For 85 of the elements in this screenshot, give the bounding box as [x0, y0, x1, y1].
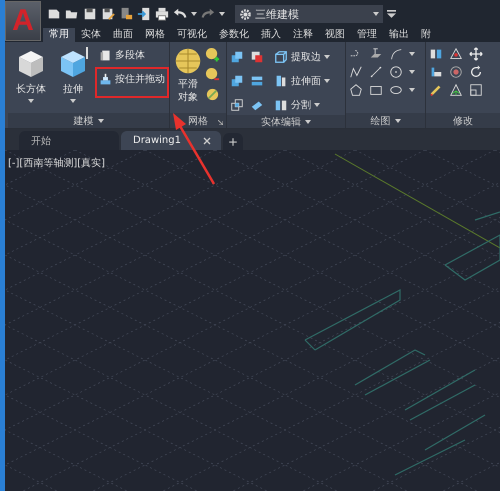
align-icon[interactable]: [429, 65, 443, 79]
ribbon-tab[interactable]: 管理: [351, 28, 383, 42]
ribbon-tab[interactable]: 参数化: [213, 28, 255, 42]
panel-title[interactable]: 建模: [8, 113, 169, 128]
sphere-icon[interactable]: [174, 47, 202, 75]
caret-icon[interactable]: [324, 79, 330, 83]
ribbon-tab[interactable]: 注释: [287, 28, 319, 42]
ribbon-small-button[interactable]: 提取边: [270, 47, 334, 67]
document-tab[interactable]: Drawing1: [121, 131, 221, 150]
circle-icon[interactable]: [389, 65, 403, 79]
ribbon-tab[interactable]: 视图: [319, 28, 351, 42]
slice-icon[interactable]: [250, 74, 264, 88]
line-icon[interactable]: [369, 65, 383, 79]
arc-icon[interactable]: [389, 47, 403, 61]
box-edge-icon[interactable]: [274, 50, 288, 64]
mirror-icon[interactable]: [429, 47, 443, 61]
caret-icon[interactable]: [219, 12, 225, 16]
scale-icon[interactable]: [469, 83, 483, 97]
caret-icon[interactable]: [70, 99, 76, 103]
file-folder-icon[interactable]: [119, 7, 133, 21]
caret-icon[interactable]: [305, 120, 311, 124]
union-icon[interactable]: [230, 50, 244, 64]
rectangle-icon[interactable]: [369, 83, 383, 97]
dialog-launcher-icon[interactable]: [218, 120, 223, 125]
new-tab-button[interactable]: [223, 133, 243, 150]
ribbon-tab[interactable]: 附: [415, 28, 437, 42]
sphere-gizmo-icon[interactable]: [449, 65, 463, 79]
caret-icon[interactable]: [98, 118, 104, 122]
print-icon[interactable]: [155, 7, 169, 21]
panel-title[interactable]: 绘图: [346, 113, 425, 128]
device-arrow-icon[interactable]: [137, 7, 151, 21]
caret-icon[interactable]: [409, 70, 415, 74]
ribbon-tab[interactable]: 曲面: [107, 28, 139, 42]
sheet-icon[interactable]: [99, 48, 112, 62]
new-file-icon[interactable]: [47, 7, 61, 21]
ribbon-large-button[interactable]: 长方体: [11, 45, 51, 113]
customize-menu-icon[interactable]: [387, 10, 396, 18]
save-icon[interactable]: [83, 7, 97, 21]
split-icon[interactable]: [274, 98, 288, 112]
face-icon[interactable]: [274, 74, 288, 88]
plus-icon[interactable]: [227, 136, 239, 148]
caret-icon[interactable]: [409, 88, 415, 92]
ribbon-small-button[interactable]: 分割: [270, 95, 324, 115]
caret-icon[interactable]: [409, 52, 415, 56]
viewport-controls-label[interactable]: [-][西南等轴测][真实]: [8, 156, 106, 170]
caret-icon[interactable]: [373, 12, 379, 16]
sphere-minus-icon[interactable]: [205, 67, 220, 82]
pencil-icon[interactable]: [429, 83, 443, 97]
drawing-viewport[interactable]: [-][西南等轴测][真实]: [5, 150, 500, 491]
ribbon-small-button[interactable]: 多段体: [95, 45, 169, 65]
workspace-dropdown[interactable]: 三维建模: [235, 5, 383, 23]
rotate-icon[interactable]: [469, 65, 483, 79]
sphere-pencil-icon[interactable]: [205, 87, 220, 102]
ribbon-small-button[interactable]: 按住并拖动: [95, 67, 169, 98]
ribbon-small-button[interactable]: 拉伸面: [270, 71, 334, 91]
document-tab[interactable]: 开始: [19, 131, 119, 150]
caret-icon[interactable]: [394, 118, 400, 122]
settings-icon: [239, 8, 252, 20]
panel-title[interactable]: 修改: [426, 113, 500, 128]
pentagon-icon[interactable]: [349, 83, 363, 97]
ribbon-large-button[interactable]: 平滑对象: [173, 45, 203, 113]
caret-icon[interactable]: [191, 12, 197, 16]
sphere-plus-icon[interactable]: [205, 47, 220, 62]
ribbon-tab[interactable]: 常用: [43, 28, 75, 42]
save-as-icon[interactable]: [101, 7, 115, 21]
ribbon-tab[interactable]: 可视化: [171, 28, 213, 42]
ribbon-tab[interactable]: 插入: [255, 28, 287, 42]
caret-icon[interactable]: [28, 99, 34, 103]
caret-icon[interactable]: [314, 103, 320, 107]
ribbon-large-button[interactable]: 拉伸: [53, 45, 93, 113]
triangle-axes-icon[interactable]: [449, 83, 463, 97]
ellipse-icon[interactable]: [389, 83, 403, 97]
panel-title[interactable]: 实体编辑: [227, 115, 345, 128]
caret-icon[interactable]: [324, 55, 330, 59]
move-icon[interactable]: [469, 47, 483, 61]
polyline-icon[interactable]: [349, 65, 363, 79]
union-icon[interactable]: [230, 74, 244, 88]
close-icon[interactable]: [203, 136, 211, 144]
intersect-icon[interactable]: [230, 98, 244, 112]
ribbon-tab[interactable]: 实体: [75, 28, 107, 42]
gizmo-icon[interactable]: [449, 47, 463, 61]
subtract-icon[interactable]: [250, 50, 264, 64]
push-pull-icon[interactable]: [99, 72, 112, 86]
ribbon-tab[interactable]: 网格: [139, 28, 171, 42]
ribbon-tab[interactable]: 输出: [383, 28, 415, 42]
